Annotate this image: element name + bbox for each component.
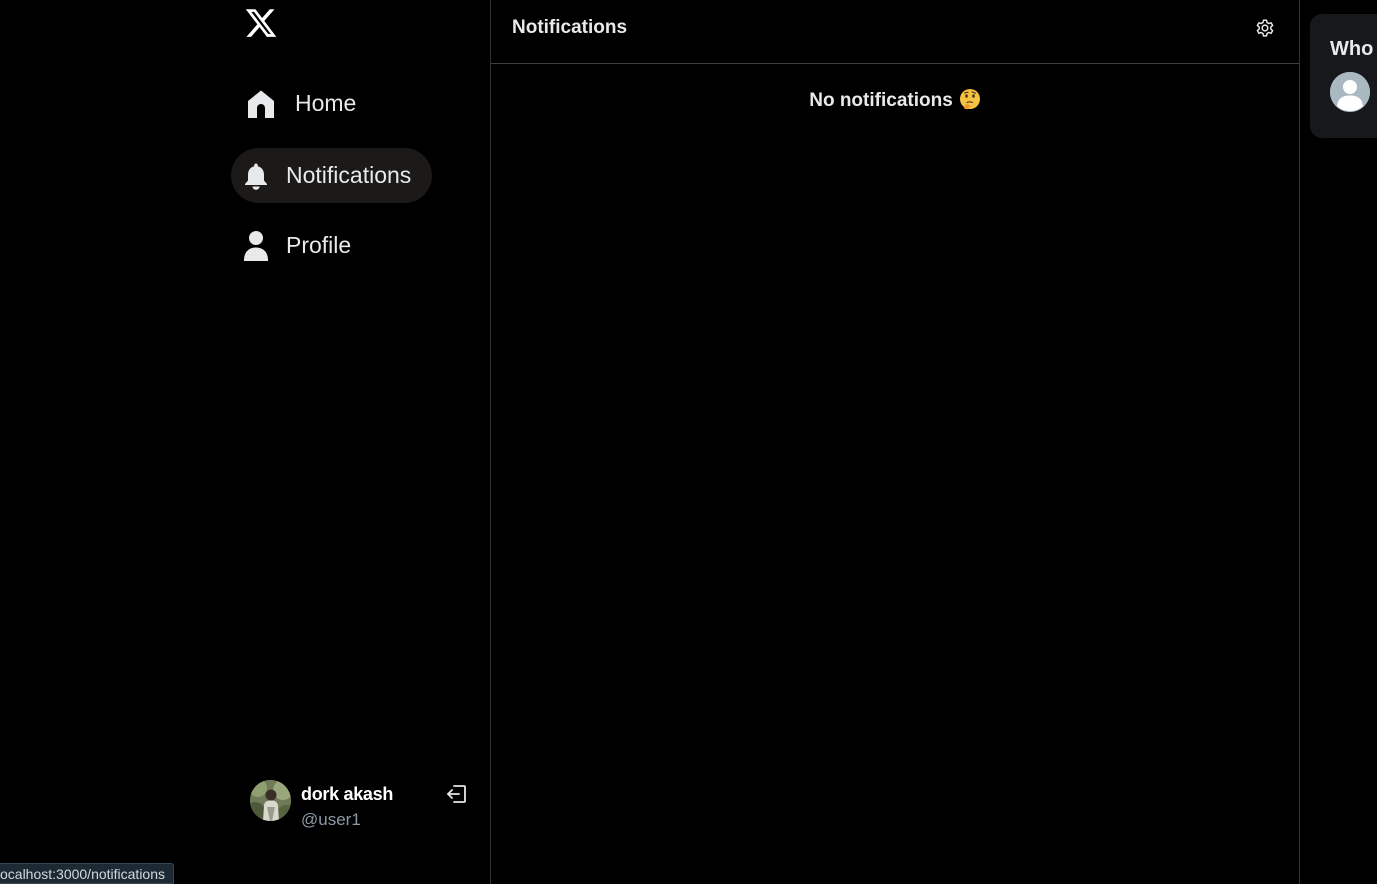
empty-state-message: No notifications — [809, 90, 953, 111]
gear-icon[interactable] — [1254, 17, 1276, 39]
sidebar-item-profile[interactable]: Profile — [231, 218, 371, 273]
sidebar-item-label: Profile — [286, 232, 352, 258]
x-logo-icon[interactable] — [243, 6, 279, 40]
sidebar-item-notifications[interactable]: Notifications — [231, 148, 432, 203]
account-switcher[interactable]: dork akash @user1 — [250, 780, 475, 832]
page-title: Notifications — [512, 17, 628, 38]
avatar[interactable] — [1330, 72, 1370, 112]
person-icon — [243, 230, 269, 262]
who-to-follow-panel: Who — [1310, 14, 1377, 138]
sidebar: Home Notifications Profile dork akash @u… — [0, 0, 491, 884]
empty-state: No notifications — [491, 88, 1299, 112]
logout-icon[interactable] — [445, 782, 469, 806]
sidebar-item-label: Home — [295, 90, 357, 116]
page-header: Notifications — [491, 0, 1299, 64]
panel-title: Who — [1330, 38, 1374, 60]
home-icon — [245, 88, 277, 120]
thinking-face-emoji — [959, 88, 981, 110]
avatar[interactable] — [250, 780, 291, 821]
account-name: dork akash — [301, 784, 394, 804]
account-handle: @user1 — [301, 810, 361, 829]
bell-icon — [243, 162, 269, 190]
status-bar-url: ocalhost:3000/notifications — [0, 863, 174, 884]
sidebar-item-label: Notifications — [286, 162, 412, 188]
main-column: Notifications No notifications — [490, 0, 1300, 884]
sidebar-item-home[interactable]: Home — [231, 76, 376, 131]
